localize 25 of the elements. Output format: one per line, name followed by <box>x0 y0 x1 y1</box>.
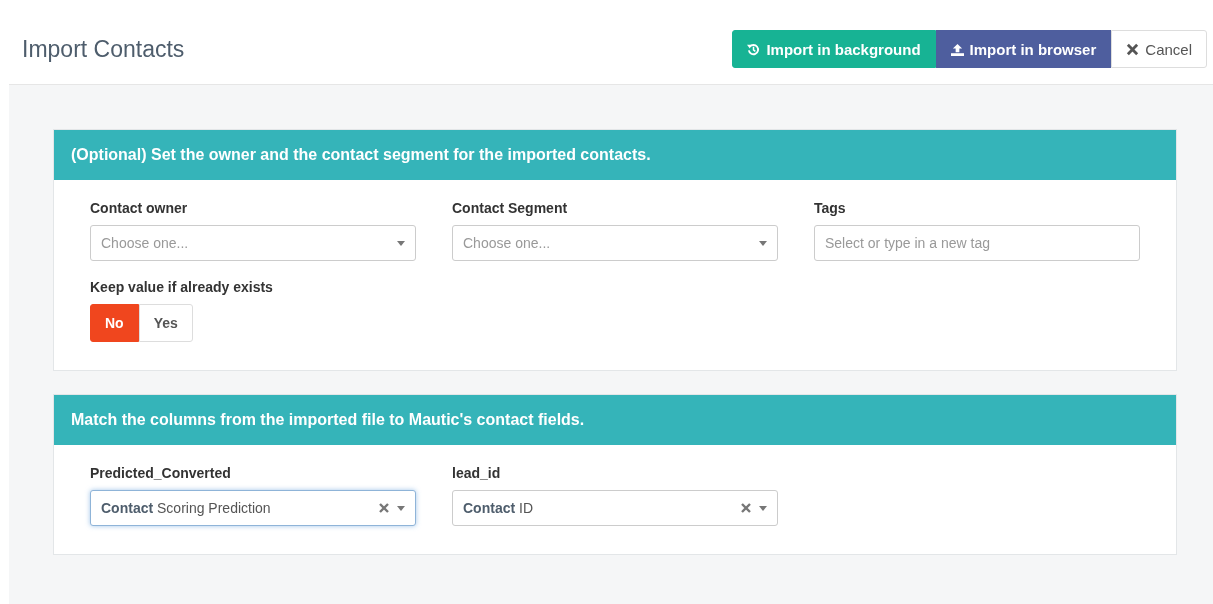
select-field[interactable]: Contact ID <box>452 490 778 526</box>
select-field[interactable]: Contact Scoring Prediction <box>90 490 416 526</box>
tags-field[interactable]: Select or type in a new tag <box>814 225 1140 261</box>
field-label: lead_id <box>452 465 502 481</box>
caret-icon <box>397 240 405 246</box>
upload-icon <box>950 42 964 56</box>
field-label: Contact Segment <box>452 200 569 216</box>
cancel-button[interactable]: Cancel <box>1111 30 1207 68</box>
import-button[interactable]: Import in browser <box>935 30 1112 68</box>
close-icon <box>1126 42 1140 56</box>
caret-icon <box>397 505 405 511</box>
clear-icon[interactable] <box>741 503 751 513</box>
page-title: Import Contacts <box>22 35 185 63</box>
panel-header: Match the columns from the imported file to Mautic's contact fields. <box>54 395 1176 445</box>
field-label: Keep value if already exists <box>90 279 274 295</box>
field-label: Contact owner <box>90 200 189 216</box>
toggle-option[interactable]: Yes <box>138 304 193 342</box>
caret-icon <box>759 505 767 511</box>
clear-icon[interactable] <box>379 503 389 513</box>
history-icon <box>747 42 761 56</box>
toggle-option[interactable]: No <box>90 304 139 342</box>
panel-header: (Optional) Set the owner and the contact segment for the imported contacts. <box>54 130 1176 180</box>
caret-icon <box>759 240 767 246</box>
field-label: Tags <box>814 200 847 216</box>
field-label: Predicted_Converted <box>90 465 232 481</box>
